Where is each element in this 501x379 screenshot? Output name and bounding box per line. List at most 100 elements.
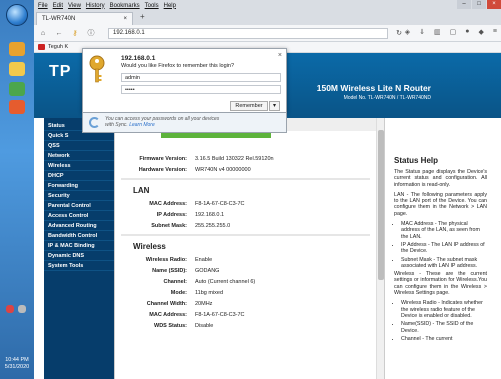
tab-bar: TL-WR740N × + bbox=[34, 11, 501, 25]
menu-file[interactable]: File bbox=[38, 3, 48, 9]
channel-label: Channel: bbox=[163, 278, 187, 285]
router-sidebar: Status Quick S QSS Network Wireless DHCP… bbox=[44, 118, 114, 379]
help-panel: Status Help The Status page displays the… bbox=[384, 118, 491, 379]
list-item: Channel - The current bbox=[401, 336, 487, 342]
wireless-section-title: Wireless bbox=[133, 242, 166, 251]
sidebar-item-parental-control[interactable]: Parental Control bbox=[44, 201, 114, 211]
menu-view[interactable]: View bbox=[68, 3, 81, 9]
wireless-radio-label: Wireless Radio: bbox=[145, 256, 187, 263]
help-title: Status Help bbox=[394, 156, 439, 165]
new-tab-button[interactable]: + bbox=[140, 12, 145, 21]
menu-tools[interactable]: Tools bbox=[145, 3, 159, 9]
sidebar-item-bandwidth-control[interactable]: Bandwidth Control bbox=[44, 231, 114, 241]
help-lan-list: MAC Address - The physical address of th… bbox=[385, 221, 491, 269]
sidebar-item-network[interactable]: Network bbox=[44, 151, 114, 161]
key-icon bbox=[89, 55, 105, 83]
help-wireless-list: Wireless Radio - Indicates whether the w… bbox=[385, 300, 491, 342]
taskbar-app-icon[interactable] bbox=[9, 42, 25, 56]
tab-close-icon[interactable]: × bbox=[123, 16, 127, 22]
key-icon[interactable]: ⚷ bbox=[70, 29, 80, 37]
firmware-value: 3.16.5 Build 130322 Rel.59120n bbox=[195, 155, 274, 162]
wireless-mac-label: MAC Address: bbox=[149, 311, 187, 318]
popup-title: 192.168.0.1 bbox=[121, 55, 156, 62]
router-title: 150M Wireless Lite N Router bbox=[316, 83, 431, 93]
help-wireless: Wireless - These are the current setting… bbox=[394, 271, 487, 297]
bookmark-item[interactable]: Teguh K bbox=[48, 44, 68, 50]
lan-mac-value: F8-1A-67-C8-C3-7C bbox=[195, 200, 245, 207]
lan-ip-row: IP Address: 192.168.0.1 bbox=[115, 209, 376, 220]
popup-close-icon[interactable]: × bbox=[278, 52, 282, 59]
sidebar-item-wireless[interactable]: Wireless bbox=[44, 161, 114, 171]
sidebar-item-security[interactable]: Security bbox=[44, 191, 114, 201]
main-scrollbar[interactable] bbox=[376, 118, 384, 379]
password-field[interactable]: ••••• bbox=[121, 85, 281, 94]
menu-icon[interactable]: ≡ bbox=[493, 28, 497, 36]
remember-button[interactable]: Remember bbox=[230, 101, 268, 111]
lan-mac-label: MAC Address: bbox=[149, 200, 187, 207]
list-item: Name(SSID) - The SSID of the Device. bbox=[401, 321, 487, 334]
os-taskbar: 10:44 PM 5/31/2020 bbox=[0, 0, 34, 379]
router-model: Model No. TL-WR740N / TL-WR740ND bbox=[343, 95, 431, 101]
sidebar-item-forwarding[interactable]: Forwarding bbox=[44, 181, 114, 191]
firefox-taskbar-icon[interactable] bbox=[9, 100, 25, 114]
extension-icon[interactable]: ◆ bbox=[479, 28, 484, 36]
tray-icon[interactable] bbox=[6, 305, 14, 313]
menu-bookmarks[interactable]: Bookmarks bbox=[110, 3, 140, 9]
wds-row: WDS Status: Disable bbox=[115, 320, 376, 331]
window-controls: – □ × bbox=[457, 0, 501, 9]
hardware-label: Hardware Version: bbox=[138, 166, 187, 173]
hardware-row: Hardware Version: WR740N v4 00000000 bbox=[115, 164, 376, 175]
taskbar-clock[interactable]: 10:44 PM 5/31/2020 bbox=[0, 357, 34, 371]
sync-text: You can access your passwords on all you… bbox=[105, 116, 220, 128]
back-icon[interactable]: ← bbox=[54, 30, 64, 37]
sidebar-item-access-control[interactable]: Access Control bbox=[44, 211, 114, 221]
menu-history[interactable]: History bbox=[86, 3, 105, 9]
ssid-row: Name (SSID): GODANG bbox=[115, 265, 376, 276]
divider bbox=[121, 234, 370, 236]
sidebar-item-qss[interactable]: QSS bbox=[44, 141, 114, 151]
account-icon[interactable]: ● bbox=[465, 28, 469, 36]
tray-icon[interactable] bbox=[18, 305, 26, 313]
status-panel: Firmware Version: 3.16.5 Build 130322 Re… bbox=[114, 118, 376, 379]
save-login-popup: 192.168.0.1 Would you like Firefox to re… bbox=[82, 48, 287, 113]
mode-label: Mode: bbox=[170, 289, 187, 296]
info-icon[interactable]: ⓘ bbox=[86, 28, 96, 38]
lan-ip-label: IP Address: bbox=[156, 211, 187, 218]
list-item: MAC Address - The physical address of th… bbox=[401, 221, 487, 240]
maximize-button[interactable]: □ bbox=[472, 0, 486, 9]
firefox-window: File Edit View History Bookmarks Tools H… bbox=[34, 0, 501, 379]
lan-mac-row: MAC Address: F8-1A-67-C8-C3-7C bbox=[115, 198, 376, 209]
sidebar-item-ip-mac-binding[interactable]: IP & MAC Binding bbox=[44, 241, 114, 251]
start-button[interactable] bbox=[6, 4, 28, 26]
sidebar-icon[interactable]: ▢ bbox=[450, 28, 457, 36]
close-window-button[interactable]: × bbox=[487, 0, 501, 9]
library-icon[interactable]: ▥ bbox=[434, 28, 441, 36]
learn-more-link[interactable]: Learn More bbox=[129, 122, 155, 128]
sync-icon bbox=[89, 117, 100, 128]
home-icon[interactable]: ⌂ bbox=[38, 30, 48, 37]
username-field[interactable]: admin bbox=[121, 73, 281, 82]
ssid-value: GODANG bbox=[195, 267, 220, 274]
list-item: Wireless Radio - Indicates whether the w… bbox=[401, 300, 487, 319]
firmware-label: Firmware Version: bbox=[139, 155, 187, 162]
wireless-radio-value: Enable bbox=[195, 256, 213, 263]
menu-edit[interactable]: Edit bbox=[53, 3, 63, 9]
mode-row: Mode: 11bg mixed bbox=[115, 287, 376, 298]
minimize-button[interactable]: – bbox=[457, 0, 471, 9]
sidebar-item-system-tools[interactable]: System Tools bbox=[44, 261, 114, 271]
hardware-value: WR740N v4 00000000 bbox=[195, 166, 251, 173]
menu-help[interactable]: Help bbox=[164, 3, 176, 9]
reload-icon[interactable]: ↻ bbox=[394, 29, 404, 37]
sidebar-item-advanced-routing[interactable]: Advanced Routing bbox=[44, 221, 114, 231]
sidebar-item-dhcp[interactable]: DHCP bbox=[44, 171, 114, 181]
taskbar-app-icon[interactable] bbox=[9, 62, 25, 76]
tab-router[interactable]: TL-WR740N × bbox=[36, 12, 133, 25]
url-bar[interactable]: 192.168.0.1 bbox=[108, 27, 388, 39]
download-icon[interactable]: ⇓ bbox=[419, 28, 425, 36]
pocket-icon[interactable]: ◈ bbox=[405, 28, 410, 36]
sidebar-item-dynamic-dns[interactable]: Dynamic DNS bbox=[44, 251, 114, 261]
remember-dropdown-icon[interactable]: ▾ bbox=[269, 101, 280, 111]
menu-bar: File Edit View History Bookmarks Tools H… bbox=[34, 0, 501, 11]
taskbar-app-icon[interactable] bbox=[9, 82, 25, 96]
lan-subnet-value: 255.255.255.0 bbox=[195, 222, 231, 229]
